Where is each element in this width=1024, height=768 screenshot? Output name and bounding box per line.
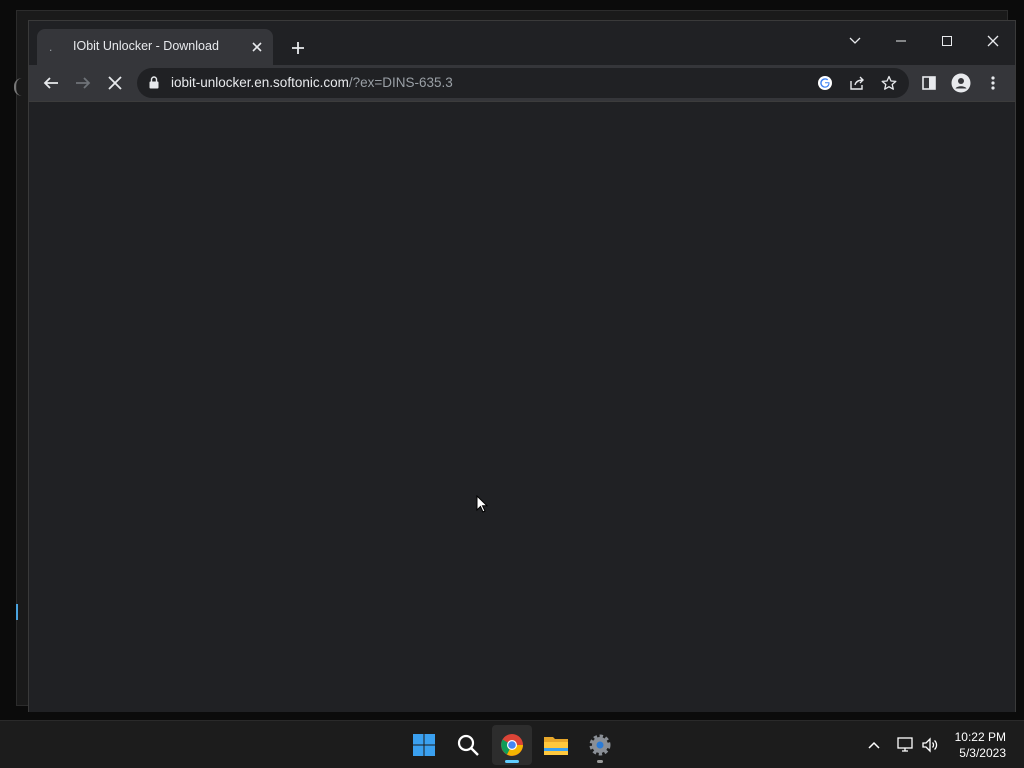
kebab-menu-icon: [991, 76, 995, 90]
arrow-left-icon: [43, 77, 58, 89]
taskbar-chrome[interactable]: [492, 725, 532, 765]
stop-icon: [108, 76, 122, 90]
stop-loading-button[interactable]: [101, 69, 129, 97]
close-icon: [987, 35, 999, 47]
profile-avatar-icon: [951, 73, 971, 93]
system-clock[interactable]: 10:22 PM 5/3/2023: [955, 729, 1006, 761]
minimize-button[interactable]: [879, 27, 923, 55]
taskbar: 10:22 PM 5/3/2023: [0, 720, 1024, 768]
tab-search-button[interactable]: [833, 27, 877, 55]
share-icon[interactable]: [847, 73, 867, 93]
background-accent-mark: [16, 604, 18, 620]
url-host: iobit-unlocker.en.softonic.com: [171, 75, 349, 90]
maximize-button[interactable]: [925, 27, 969, 55]
tab-title: IObit Unlocker - Download: [73, 39, 219, 53]
open-app-indicator: [597, 760, 603, 763]
search-icon: [457, 734, 479, 756]
volume-icon[interactable]: [920, 735, 940, 755]
title-bar: . IObit Unlocker - Download: [29, 21, 1015, 65]
tab-iobit-unlocker[interactable]: . IObit Unlocker - Download: [37, 29, 273, 65]
google-icon[interactable]: [815, 73, 835, 93]
clock-time: 10:22 PM: [954, 730, 1006, 744]
start-button[interactable]: [404, 725, 444, 765]
active-app-indicator: [505, 760, 519, 763]
lock-icon[interactable]: [149, 76, 159, 94]
page-content-area[interactable]: [29, 101, 1015, 712]
folder-icon: [544, 737, 568, 755]
browser-toolbar: iobit-unlocker.en.softonic.com/?ex=DINS-…: [29, 65, 1015, 101]
maximize-icon: [942, 36, 952, 46]
background-window-edge: [14, 78, 26, 96]
taskbar-file-explorer[interactable]: [536, 725, 576, 765]
tab-loading-favicon: .: [49, 40, 53, 54]
side-panel-icon: [922, 76, 936, 90]
close-tab-icon[interactable]: [247, 37, 267, 57]
arrow-right-icon: [76, 77, 91, 89]
url-path: /?ex=DINS-635.3: [348, 75, 453, 90]
new-tab-button[interactable]: [285, 35, 311, 61]
windows-logo-icon: [413, 734, 435, 756]
chrome-icon: [501, 734, 523, 756]
minimize-icon: [896, 40, 906, 42]
chevron-down-icon: [849, 37, 861, 44]
gear-icon: [589, 734, 611, 756]
back-button[interactable]: [37, 69, 65, 97]
address-bar[interactable]: iobit-unlocker.en.softonic.com/?ex=DINS-…: [137, 68, 909, 98]
taskbar-settings[interactable]: [580, 725, 620, 765]
close-window-button[interactable]: [971, 27, 1015, 55]
forward-button[interactable]: [69, 69, 97, 97]
url-text[interactable]: iobit-unlocker.en.softonic.com/?ex=DINS-…: [171, 75, 453, 90]
profile-button[interactable]: [947, 69, 975, 97]
side-panel-button[interactable]: [915, 69, 943, 97]
chevron-up-icon[interactable]: [864, 735, 884, 755]
bookmark-star-icon[interactable]: [879, 73, 899, 93]
plus-icon: [292, 42, 304, 54]
chrome-menu-button[interactable]: [979, 69, 1007, 97]
taskbar-search-button[interactable]: [448, 725, 488, 765]
chrome-window: . IObit Unlocker - Download iobit-unlock…: [28, 20, 1016, 712]
network-icon[interactable]: [896, 735, 916, 755]
clock-date: 5/3/2023: [959, 746, 1006, 760]
mouse-pointer-icon: [476, 494, 489, 518]
